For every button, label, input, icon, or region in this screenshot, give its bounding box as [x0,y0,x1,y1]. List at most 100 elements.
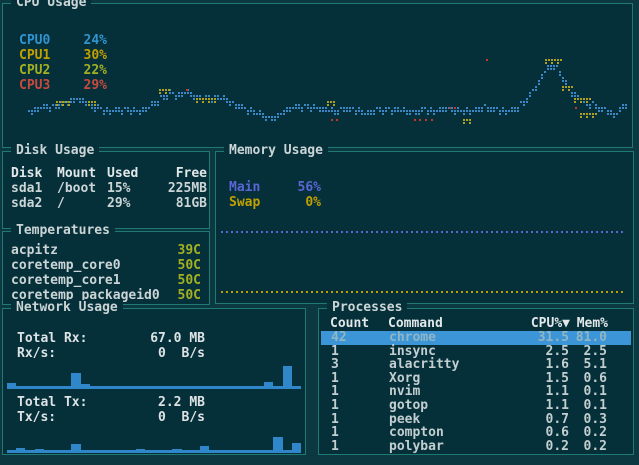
graph-dot [499,110,501,112]
process-row[interactable]: 1 gotop 1.1 0.1 [321,399,631,413]
graph-dot [472,110,474,112]
graph-dot [55,107,57,109]
process-row[interactable]: 1 insync 2.5 2.5 [321,343,631,359]
graph-dot [289,110,291,112]
graph-dot [412,110,414,112]
graph-dot [327,104,329,106]
graph-dot [133,107,135,109]
graph-dot [85,104,87,106]
graph-dot [337,110,339,112]
graph-dot [217,98,219,100]
graph-dot [253,113,255,115]
graph-dot [199,95,201,97]
graph-dot [616,113,618,115]
rx-total-line: Total Rx: 67.0 MB [3,331,305,346]
graph-dot [580,98,582,100]
graph-dot [562,80,564,82]
temperatures-panel-title: Temperatures [11,223,115,239]
network-bar [25,386,35,389]
graph-dot [241,107,243,109]
graph-dot [235,107,237,109]
graph-dot [214,98,216,100]
graph-dot [451,110,453,112]
gotop-system-monitor: CPU Usage CPU0 24% CPU1 30% CPU2 22% CPU3 29% D… [0,0,639,465]
process-mem-pct: 0.3 [583,411,607,427]
network-bar [135,449,145,453]
graph-dot [577,98,579,100]
sensor-value: 50C [177,288,201,303]
process-row[interactable]: 42 chrome 31.5 81.0 [321,331,631,345]
network-bar [227,386,237,389]
process-command: peek [389,411,421,427]
graph-dot [431,119,433,121]
graph-dot [427,113,429,115]
graph-dot [62,101,64,103]
graph-dot [511,110,513,112]
network-bar [89,386,99,389]
graph-dot [397,107,399,109]
graph-dot [514,110,516,112]
graph-dot [65,101,67,103]
graph-dot [56,104,58,106]
graph-dot [271,119,273,121]
graph-dot [607,113,609,115]
network-bar [135,386,145,389]
graph-dot [115,110,117,112]
graph-dot [382,110,384,112]
rx-total-label: Total Rx: [17,331,88,346]
graph-dot [541,74,543,76]
graph-dot [265,119,267,121]
graph-dot [619,110,621,112]
graph-dot [358,107,360,109]
network-bar [108,386,118,389]
graph-dot [415,113,417,115]
graph-dot [58,107,60,109]
graph-dot [355,113,357,115]
graph-dot [370,110,372,112]
graph-dot [445,107,447,109]
graph-dot [625,107,627,109]
graph-dot [415,110,417,112]
process-row[interactable]: 1 peek 0.7 0.3 [321,411,631,427]
graph-dot [301,107,303,109]
graph-dot [589,107,591,109]
graph-dot [159,89,161,91]
process-mem-pct: 0.2 [583,425,607,441]
graph-dot [274,116,276,118]
graph-dot [46,107,48,109]
graph-dot [274,119,276,121]
network-bar [154,386,164,389]
process-command: insync [389,343,436,359]
graph-dot [565,80,567,82]
graph-dot [419,119,421,121]
process-row[interactable]: 1 Xorg 1.5 0.6 [321,372,631,386]
graph-dot [175,95,177,97]
graph-dot [334,113,336,115]
graph-dot [379,107,381,109]
graph-dot [196,98,198,100]
network-panel-title: Network Usage [11,300,123,316]
graph-dot [238,104,240,106]
graph-dot [208,98,210,100]
graph-dot [376,107,378,109]
process-row[interactable]: 3 alacritty 1.6 5.1 [321,358,631,372]
graph-dot [586,98,588,100]
graph-dot [439,110,441,112]
network-bar [117,386,127,389]
network-bar [236,386,246,389]
process-row[interactable]: 1 nvim 1.1 0.1 [321,385,631,399]
process-row[interactable]: 1 polybar 0.2 0.2 [321,440,631,454]
memory-swap-value: 0% [305,195,321,210]
process-mem-pct: 81.0 [575,330,607,345]
memory-main-row: Main 56% [229,180,321,195]
graph-dot [595,104,597,106]
processes-panel: Processes Count Command CPU%▼ Mem% 42 chr… [318,300,634,455]
graph-dot [187,92,189,94]
graph-dot [162,89,164,91]
graph-dot [409,113,411,115]
graph-dot [333,104,335,106]
graph-dot [449,107,451,109]
graph-dot [238,107,240,109]
network-bar [71,373,81,389]
process-row[interactable]: 1 compton 0.6 0.2 [321,426,631,440]
